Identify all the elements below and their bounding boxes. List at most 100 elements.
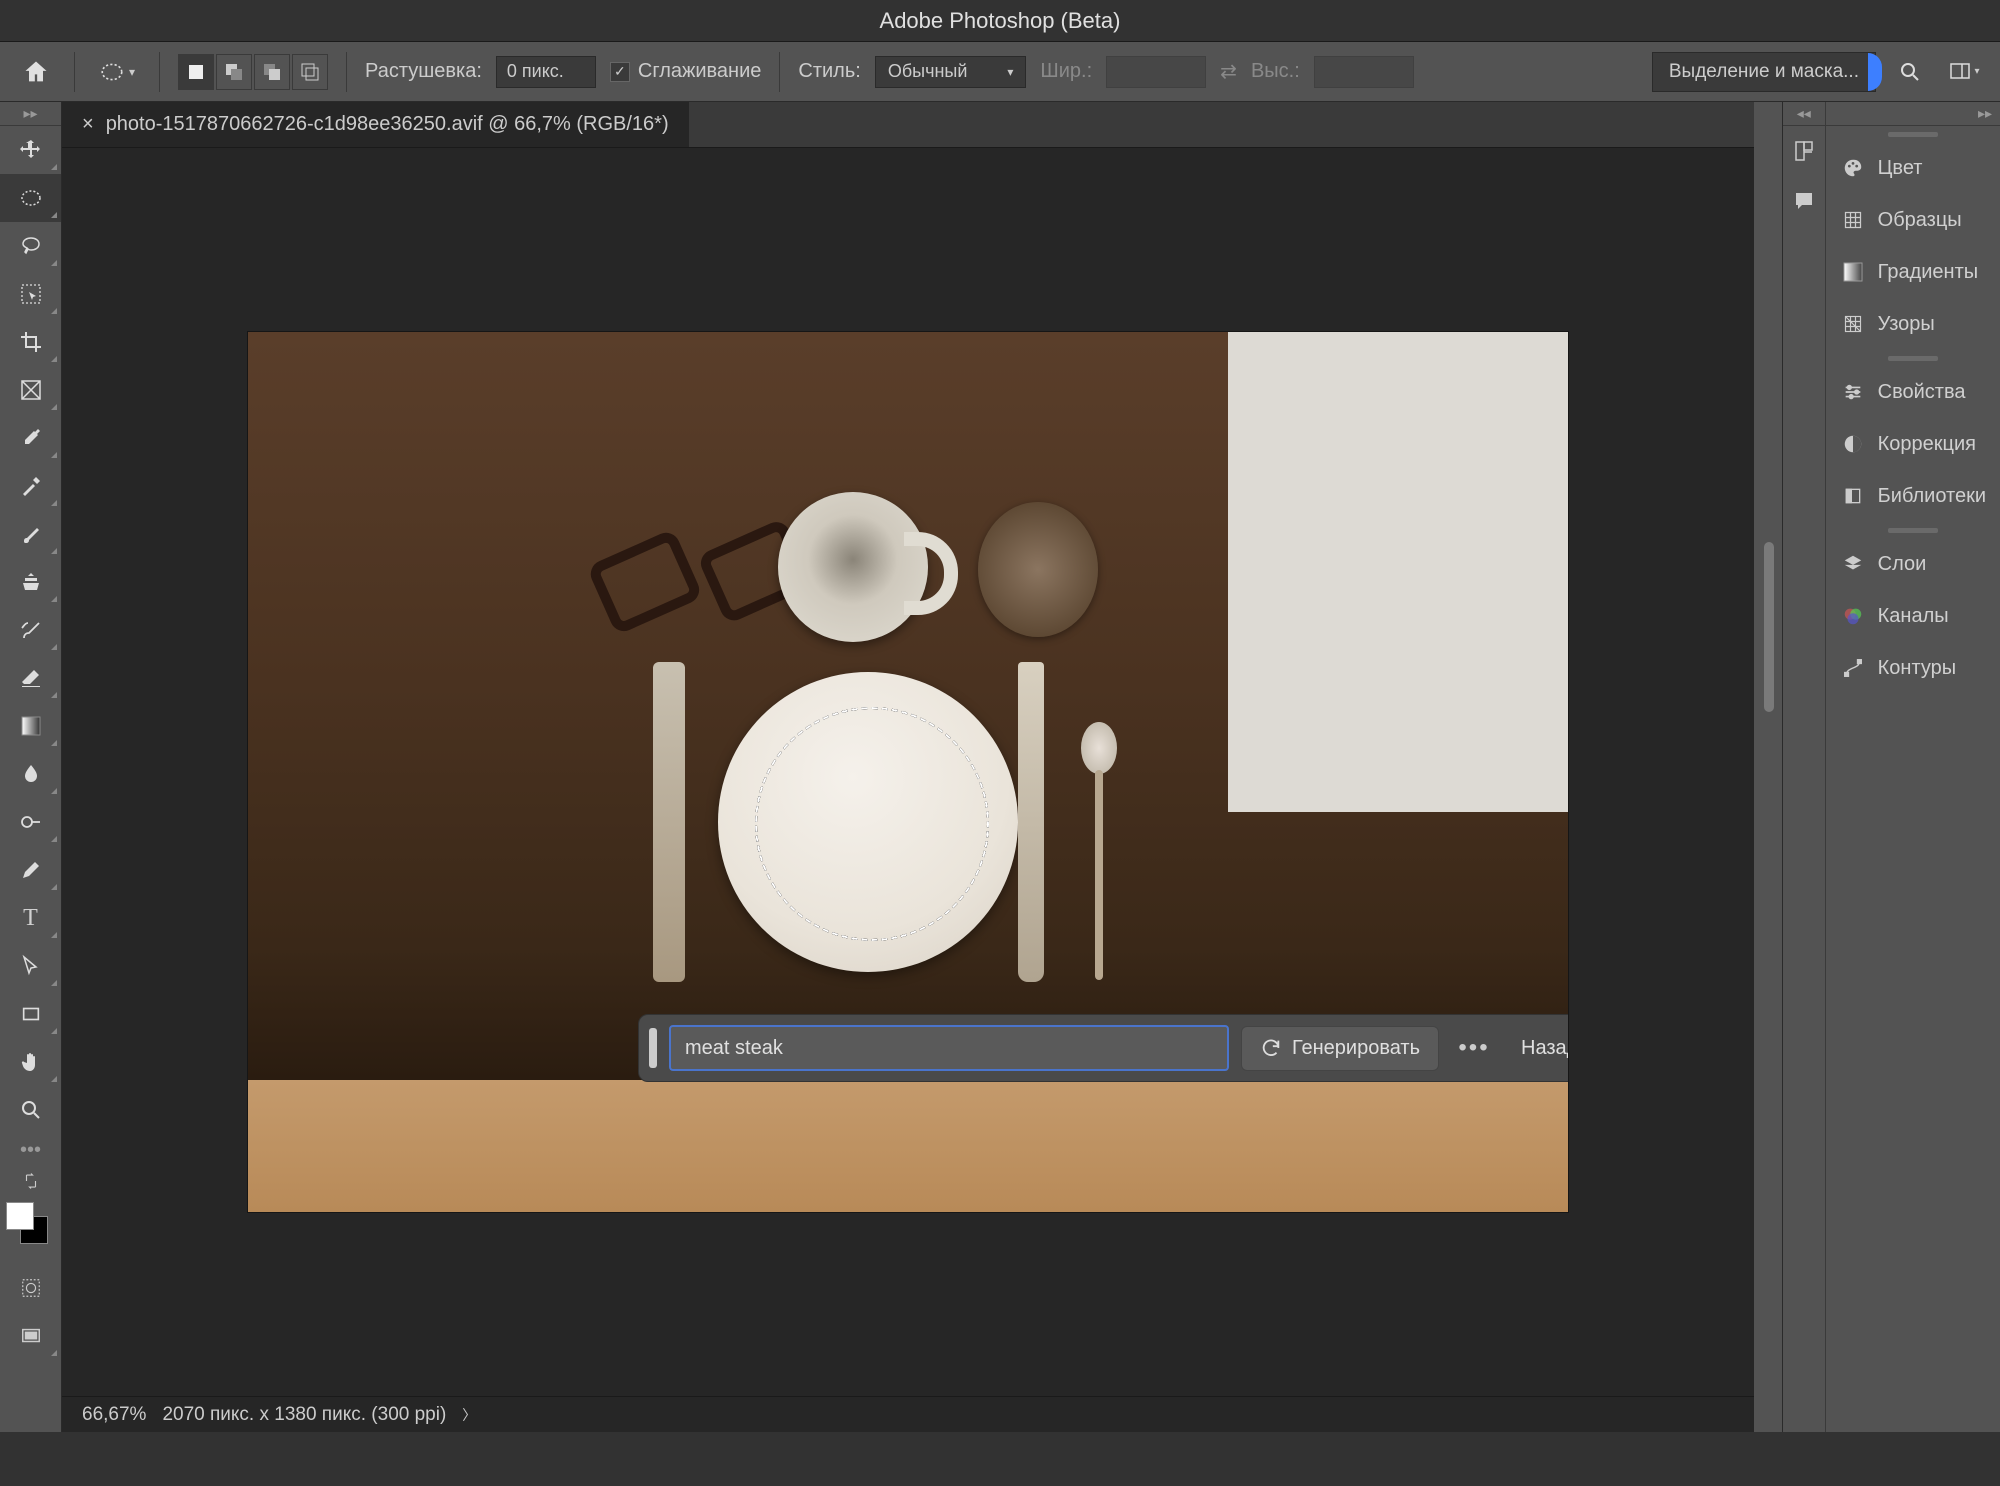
width-input bbox=[1106, 56, 1206, 88]
type-tool[interactable]: T bbox=[0, 894, 61, 942]
edit-toolbar[interactable]: ••• bbox=[0, 1134, 61, 1166]
drag-handle-icon[interactable] bbox=[649, 1028, 657, 1068]
active-tool-indicator[interactable]: ▾ bbox=[93, 55, 141, 89]
zoom-tool[interactable] bbox=[0, 1086, 61, 1134]
width-label: Шир.: bbox=[1040, 60, 1092, 83]
path-selection-tool[interactable] bbox=[0, 942, 61, 990]
healing-brush-tool[interactable] bbox=[0, 462, 61, 510]
back-button[interactable]: Назад bbox=[1509, 1037, 1568, 1060]
document-tab-bar: × photo-1517870662726-c1d98ee36250.avif … bbox=[62, 102, 1754, 148]
generative-prompt-input[interactable] bbox=[669, 1025, 1229, 1071]
swap-wh-icon: ⇄ bbox=[1220, 59, 1237, 84]
collapsed-panel-strip: ◂◂ bbox=[1783, 102, 1826, 1432]
frame-tool[interactable] bbox=[0, 366, 61, 414]
clone-stamp-tool[interactable] bbox=[0, 558, 61, 606]
grid-icon bbox=[1840, 207, 1866, 233]
history-brush-tool[interactable] bbox=[0, 606, 61, 654]
gradient-icon bbox=[1840, 259, 1866, 285]
paths-icon bbox=[1840, 655, 1866, 681]
zoom-level[interactable]: 66,67% bbox=[82, 1404, 146, 1426]
status-bar: 66,67% 2070 пикс. x 1380 пикс. (300 ppi)… bbox=[62, 1396, 1754, 1432]
dodge-tool[interactable] bbox=[0, 798, 61, 846]
eyedropper-tool[interactable] bbox=[0, 414, 61, 462]
library-icon bbox=[1840, 483, 1866, 509]
document-tab[interactable]: × photo-1517870662726-c1d98ee36250.avif … bbox=[62, 102, 689, 147]
panel-channels[interactable]: Каналы bbox=[1826, 590, 2000, 642]
feather-label: Растушевка: bbox=[365, 60, 482, 83]
antialias-label: Сглаживание bbox=[638, 60, 762, 83]
panel-swatches[interactable]: Образцы bbox=[1826, 194, 2000, 246]
select-and-mask-button[interactable]: Выделение и маска... bbox=[1652, 52, 1876, 92]
more-options-icon[interactable]: ••• bbox=[1451, 1025, 1497, 1071]
app-title: Adobe Photoshop (Beta) bbox=[880, 8, 1121, 34]
color-swatches[interactable] bbox=[0, 1196, 61, 1264]
panel-scroll-strip bbox=[1754, 102, 1782, 1432]
height-input bbox=[1314, 56, 1414, 88]
canvas-area[interactable]: Генерировать ••• Назад bbox=[62, 148, 1754, 1396]
contrast-icon bbox=[1840, 431, 1866, 457]
expanded-panel-strip: ▸▸ Цвет Образцы Градиенты Узоры Свойства… bbox=[1826, 102, 2000, 1432]
close-tab-icon[interactable]: × bbox=[82, 113, 94, 136]
foreground-color[interactable] bbox=[6, 1202, 34, 1230]
tools-expand-icon[interactable]: ▸▸ bbox=[0, 102, 61, 126]
expanded-collapse-icon[interactable]: ▸▸ bbox=[1826, 102, 2000, 126]
selection-intersect[interactable] bbox=[292, 54, 328, 90]
quick-mask-toggle[interactable] bbox=[0, 1264, 61, 1312]
style-label: Стиль: bbox=[798, 60, 860, 83]
generate-button[interactable]: Генерировать bbox=[1241, 1026, 1439, 1071]
panel-properties[interactable]: Свойства bbox=[1826, 366, 2000, 418]
collapsed-expand-icon[interactable]: ◂◂ bbox=[1783, 102, 1825, 126]
swap-colors-icon[interactable] bbox=[0, 1166, 61, 1196]
lasso-tool[interactable] bbox=[0, 222, 61, 270]
panel-patterns[interactable]: Узоры bbox=[1826, 298, 2000, 350]
antialias-checkbox[interactable]: ✓ Сглаживание bbox=[610, 60, 762, 83]
screen-mode-toggle[interactable] bbox=[0, 1312, 61, 1360]
sliders-icon bbox=[1840, 379, 1866, 405]
rectangle-tool[interactable] bbox=[0, 990, 61, 1038]
blur-tool[interactable] bbox=[0, 750, 61, 798]
workspace-switcher-icon[interactable]: ▾ bbox=[1944, 52, 1984, 92]
height-label: Выс.: bbox=[1251, 60, 1300, 83]
document-dimensions[interactable]: 2070 пикс. x 1380 пикс. (300 ppi) bbox=[162, 1404, 446, 1426]
right-panels: ◂◂ ▸▸ Цвет Образцы Градиенты Узоры Свойс… bbox=[1782, 102, 2000, 1432]
scrollbar-thumb[interactable] bbox=[1764, 542, 1774, 712]
object-selection-tool[interactable] bbox=[0, 270, 61, 318]
home-button[interactable] bbox=[16, 52, 56, 92]
app-title-bar: Adobe Photoshop (Beta) bbox=[0, 0, 2000, 42]
document-tab-title: photo-1517870662726-c1d98ee36250.avif @ … bbox=[106, 113, 669, 136]
panel-adjustments[interactable]: Коррекция bbox=[1826, 418, 2000, 470]
panel-color[interactable]: Цвет bbox=[1826, 142, 2000, 194]
pattern-icon bbox=[1840, 311, 1866, 337]
comments-icon[interactable] bbox=[1783, 176, 1825, 226]
panel-layers[interactable]: Слои bbox=[1826, 538, 2000, 590]
selection-mode-group bbox=[178, 54, 328, 90]
search-icon[interactable] bbox=[1890, 52, 1930, 92]
style-dropdown[interactable]: Обычный▾ bbox=[875, 56, 1027, 88]
selection-new[interactable] bbox=[178, 54, 214, 90]
options-bar: ▾ Растушевка: ✓ Сглаживание Стиль: Обычн… bbox=[0, 42, 2000, 102]
selection-marquee bbox=[755, 707, 989, 941]
canvas[interactable]: Генерировать ••• Назад bbox=[248, 332, 1568, 1212]
palette-icon bbox=[1840, 155, 1866, 181]
regenerate-icon bbox=[1260, 1037, 1282, 1059]
gradient-tool[interactable] bbox=[0, 702, 61, 750]
marquee-tool[interactable] bbox=[0, 174, 61, 222]
generative-fill-bar: Генерировать ••• Назад bbox=[638, 1014, 1568, 1082]
eraser-tool[interactable] bbox=[0, 654, 61, 702]
panel-gradients[interactable]: Градиенты bbox=[1826, 246, 2000, 298]
document-workspace: × photo-1517870662726-c1d98ee36250.avif … bbox=[62, 102, 1754, 1432]
selection-subtract[interactable] bbox=[254, 54, 290, 90]
panel-icon-a[interactable] bbox=[1783, 126, 1825, 176]
feather-input[interactable] bbox=[496, 56, 596, 88]
status-chevron-icon[interactable]: 〉 bbox=[462, 1405, 476, 1425]
selection-add[interactable] bbox=[216, 54, 252, 90]
move-tool[interactable] bbox=[0, 126, 61, 174]
hand-tool[interactable] bbox=[0, 1038, 61, 1086]
pen-tool[interactable] bbox=[0, 846, 61, 894]
tools-panel: ▸▸ T ••• bbox=[0, 102, 62, 1432]
panel-paths[interactable]: Контуры bbox=[1826, 642, 2000, 694]
crop-tool[interactable] bbox=[0, 318, 61, 366]
brush-tool[interactable] bbox=[0, 510, 61, 558]
check-icon: ✓ bbox=[610, 62, 630, 82]
panel-libraries[interactable]: Библиотеки bbox=[1826, 470, 2000, 522]
